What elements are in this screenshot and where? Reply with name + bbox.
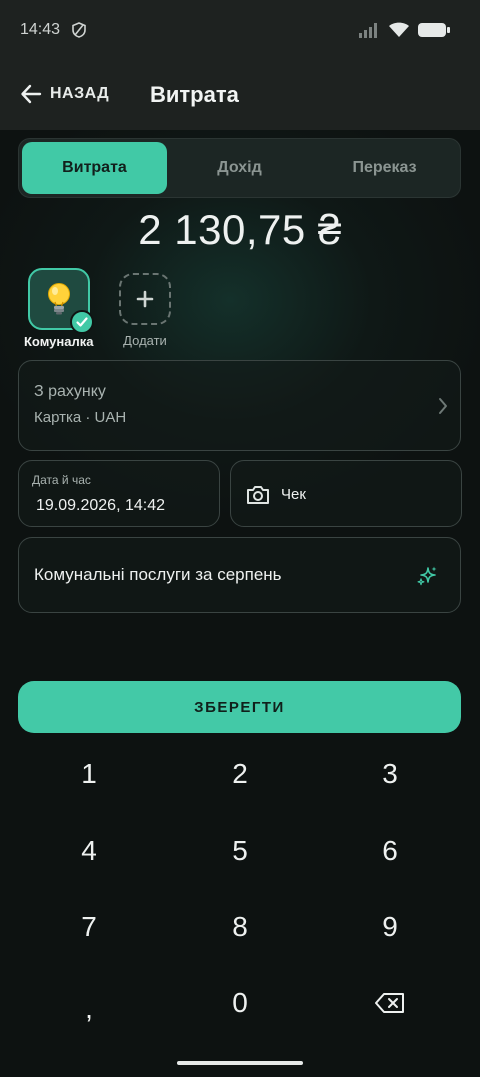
note-value: Комунальні послуги за серпень [34,565,282,584]
backspace-icon [375,993,404,1013]
shield-icon [72,22,86,38]
category-add-button[interactable]: Додати [119,268,171,348]
page-title: Витрата [150,82,239,107]
key-2[interactable]: 2 [180,744,300,804]
key-backspace[interactable] [330,973,450,1033]
account-selector[interactable]: З рахунку Картка · UAH [18,360,461,451]
chevron-right-icon [439,398,447,414]
arrow-left-icon [21,84,42,104]
status-bar: 14:43 [0,0,480,62]
key-0[interactable]: 0 [180,973,300,1033]
datetime-label: Дата й час [32,473,91,487]
key-1[interactable]: 1 [29,744,149,804]
receipt-label: Чек [281,486,306,503]
check-badge [69,310,94,334]
key-7[interactable]: 7 [29,897,149,957]
screen: 14:43 НАЗАД Витрата Витрата Дохід Перека… [0,0,480,1077]
tab-expense[interactable]: Витрата [22,142,167,194]
receipt-button[interactable]: Чек [230,460,462,527]
status-icons [358,22,450,38]
category-utilities[interactable]: Комуналка [24,268,94,349]
tab-income[interactable]: Дохід [167,142,312,194]
amount-display: 2 130,75 ₴ [138,206,342,253]
account-value: Картка · UAH [34,409,127,426]
key-5[interactable]: 5 [180,821,300,881]
sparkle-icon[interactable] [416,565,438,587]
key-comma[interactable]: , [29,979,149,1039]
add-label: Додати [123,333,167,348]
home-indicator[interactable] [177,1061,303,1065]
status-time: 14:43 [20,21,61,38]
battery-icon [418,23,450,37]
category-icon-tile [27,268,94,334]
key-4[interactable]: 4 [29,821,149,881]
camera-icon [247,486,269,504]
wifi-icon [389,22,409,37]
tab-transfer[interactable]: Переказ [312,142,457,194]
account-title: З рахунку [34,383,106,400]
back-button[interactable]: НАЗАД [20,83,109,105]
add-tile [119,273,171,325]
signal-icon [359,23,377,38]
key-9[interactable]: 9 [330,897,450,957]
key-3[interactable]: 3 [330,744,450,804]
plus-icon [136,290,154,308]
note-field[interactable]: Комунальні послуги за серпень [18,537,461,613]
key-8[interactable]: 8 [180,897,300,957]
key-6[interactable]: 6 [330,821,450,881]
category-label: Комуналка [24,334,94,349]
lightbulb-icon [47,283,70,315]
check-icon [76,317,88,327]
back-label: НАЗАД [50,85,110,102]
datetime-field[interactable]: Дата й час 19.09.2026, 14:42 [18,460,220,527]
datetime-value: 19.09.2026, 14:42 [36,497,166,514]
app-bar: НАЗАД Витрата [0,62,480,130]
type-tabs: Витрата Дохід Переказ [18,138,461,198]
save-button[interactable]: ЗБЕРЕГТИ [18,681,461,733]
